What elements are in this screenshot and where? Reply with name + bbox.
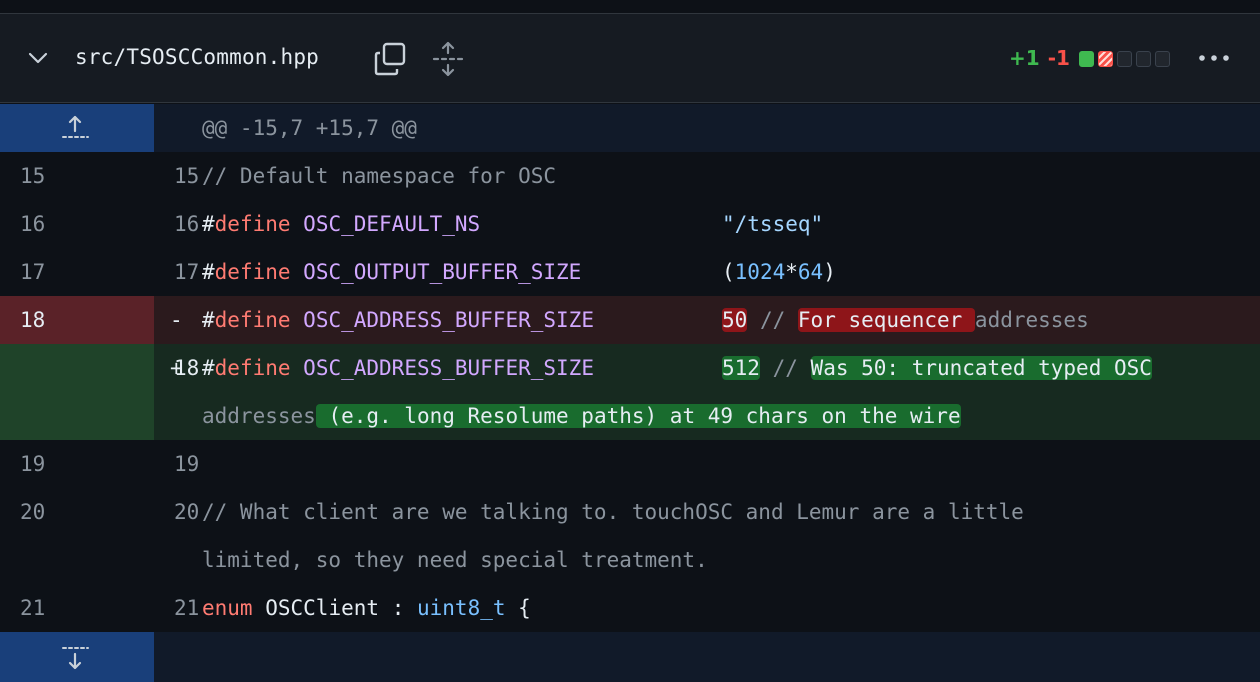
old-line-number[interactable]: 16 — [20, 212, 45, 236]
diffstat-block-removed — [1098, 51, 1113, 67]
added-line: 18 + #define OSC_ADDRESS_BUFFER_SIZE 512… — [0, 344, 1260, 440]
hunk-header: @@ -15,7 +15,7 @@ — [0, 104, 1260, 152]
new-line-number[interactable]: 17 — [174, 260, 199, 284]
hunk-header-text: @@ -15,7 +15,7 @@ — [202, 116, 417, 140]
code-line: #define OSC_OUTPUT_BUFFER_SIZE — [202, 260, 582, 284]
file-header: src/TSOSCCommon.hpp +1 -1 — [0, 14, 1260, 103]
code-line: // What client are we talking to. touchO… — [202, 500, 1024, 524]
added-text: Was 50: truncated typed OSC — [810, 356, 1152, 380]
added-text: (e.g. long Resolume paths) at 49 chars o… — [315, 404, 961, 428]
new-line-number[interactable]: 21 — [174, 596, 199, 620]
copy-icon[interactable] — [372, 40, 410, 78]
expand-up-button[interactable] — [0, 104, 154, 152]
diff-line: 15 15 // Default namespace for OSC — [0, 152, 1260, 200]
diff-line: 19 19 — [0, 440, 1260, 488]
diff-line: 16 16 #define OSC_DEFAULT_NS "/tsseq" — [0, 200, 1260, 248]
code-line: enum OSCClient : uint8_t { — [202, 596, 531, 620]
diff-line: 17 17 #define OSC_OUTPUT_BUFFER_SIZE (10… — [0, 248, 1260, 296]
file-name[interactable]: src/TSOSCCommon.hpp — [75, 45, 319, 69]
diffstat-block-neutral — [1117, 51, 1132, 67]
expand-down-icon[interactable] — [60, 642, 90, 672]
unfold-icon[interactable] — [430, 40, 466, 78]
code-line: #define OSC_ADDRESS_BUFFER_SIZE — [202, 356, 594, 380]
code-line: #define OSC_ADDRESS_BUFFER_SIZE — [202, 308, 594, 332]
code-line-wrap: limited, so they need special treatment. — [202, 548, 708, 572]
diffstat-blocks — [1079, 51, 1170, 67]
new-line-number[interactable]: 15 — [174, 164, 199, 188]
deletions-count: -1 — [1047, 46, 1070, 70]
code-value: 512 // Was 50: truncated typed OSC — [722, 356, 1152, 380]
code-value: "/tsseq" — [722, 212, 824, 236]
new-line-number[interactable]: 19 — [174, 452, 199, 476]
deleted-line: 18 - #define OSC_ADDRESS_BUFFER_SIZE 50 … — [0, 296, 1260, 344]
diffstat-block-neutral — [1136, 51, 1151, 67]
top-strip — [0, 0, 1260, 14]
removed-text: For sequencer — [797, 308, 975, 332]
code-line: #define OSC_DEFAULT_NS — [202, 212, 481, 236]
code-line-wrap: addresses (e.g. long Resolume paths) at … — [202, 404, 961, 428]
diffstat-block-neutral — [1155, 51, 1170, 67]
old-line-number[interactable]: 19 — [20, 452, 45, 476]
old-line-number[interactable]: 17 — [20, 260, 45, 284]
old-line-number[interactable]: 21 — [20, 596, 45, 620]
hunk-footer — [0, 632, 1260, 682]
code-line: // Default namespace for OSC — [202, 164, 557, 188]
diff-line: 20 20 // What client are we talking to. … — [0, 488, 1260, 584]
old-line-number[interactable]: 20 — [20, 500, 45, 524]
expand-down-button[interactable] — [0, 632, 154, 682]
chevron-down-icon[interactable] — [24, 44, 52, 72]
diffstat: +1 -1 — [1009, 46, 1070, 70]
deletion-marker: - — [170, 308, 183, 332]
kebab-horizontal-icon[interactable] — [1194, 44, 1234, 72]
code-value: (1024*64) — [722, 260, 836, 284]
code-value: 50 // For sequencer addresses — [722, 308, 1089, 332]
diff-line: 21 21 enum OSCClient : uint8_t { — [0, 584, 1260, 632]
additions-count: +1 — [1009, 46, 1040, 70]
old-line-number[interactable]: 15 — [20, 164, 45, 188]
addition-marker: + — [170, 356, 183, 380]
new-line-number[interactable]: 16 — [174, 212, 199, 236]
new-line-number[interactable]: 20 — [174, 500, 199, 524]
expand-up-icon[interactable] — [60, 113, 90, 143]
old-line-number[interactable]: 18 — [20, 308, 45, 332]
diffstat-block-added — [1079, 51, 1094, 67]
